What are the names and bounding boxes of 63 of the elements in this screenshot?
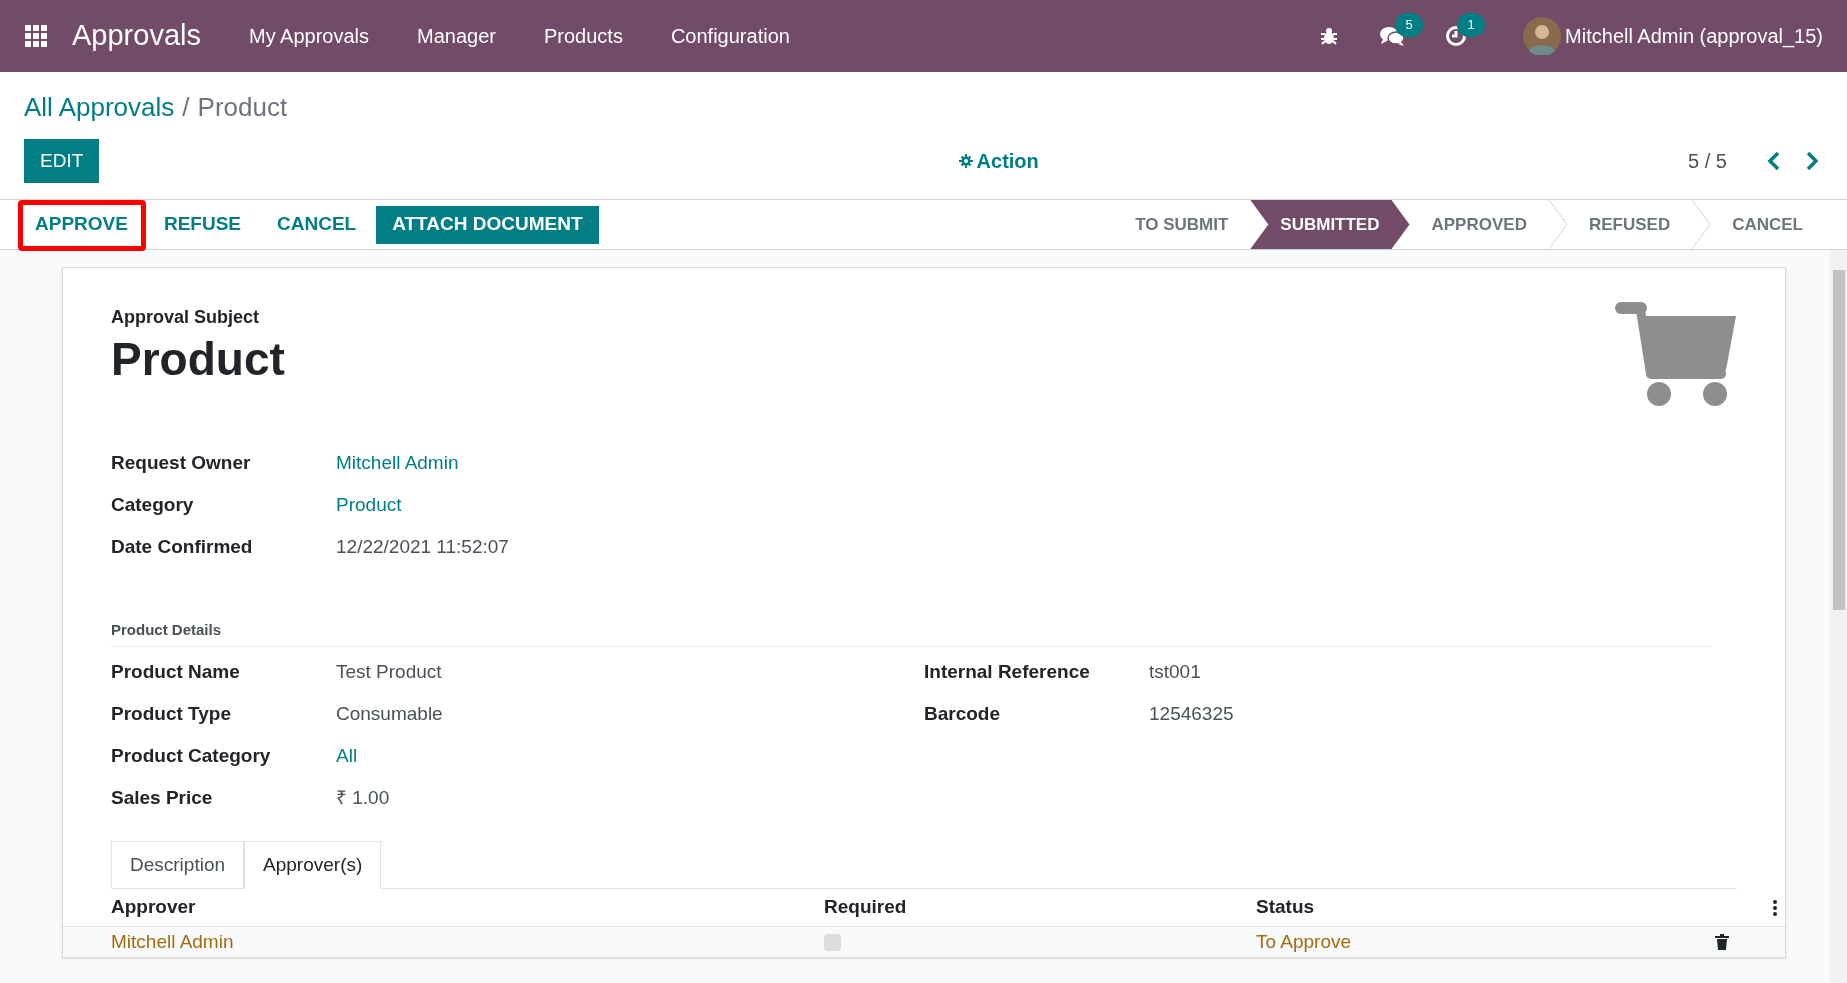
record-title: Product [111,332,285,387]
menu-item[interactable]: Products [543,21,623,51]
action-button[interactable]: ATTACH DOCUMENT [376,205,599,244]
previous-icon[interactable] [1767,151,1781,171]
stage-step[interactable]: CANCEL [1710,200,1825,249]
checkbox[interactable] [824,933,841,951]
field-label: Category [111,492,195,517]
menu-item[interactable]: Manager [417,21,496,51]
menu-item[interactable]: Configuration [670,21,790,51]
field-value: tst001 [1149,659,1201,684]
field-value: ₹ 1.00 [336,785,390,810]
menu-item[interactable]: My Approvals [248,21,370,51]
activity-count-badge: 1 [1457,13,1486,37]
action-button[interactable]: APPROVE [19,205,144,244]
column-header[interactable]: Status [1256,893,1773,922]
cart-icon [1615,302,1737,408]
column-header[interactable]: Required [824,893,1256,922]
field-label: Internal Reference [924,659,1091,684]
stage-step[interactable]: REFUSED [1566,200,1693,249]
action-button[interactable]: REFUSE [147,205,257,244]
field-value: Test Product [336,659,442,684]
edit-button[interactable]: EDIT [24,139,100,183]
tab[interactable]: Description [111,841,245,889]
scrollbar[interactable] [1830,250,1847,983]
section-title: Product Details [111,621,222,638]
field-value: Consumable [336,701,443,726]
breadcrumb-link[interactable]: All Approvals [24,88,175,127]
more-options-icon[interactable] [1773,899,1777,916]
pager-value: 5 / 5 [1688,149,1727,174]
field-link[interactable]: Product [336,490,402,520]
breadcrumb-separator: / [182,91,190,124]
user-name[interactable]: Mitchell Admin (approval_15) [1565,21,1823,51]
app-menu-icon[interactable] [24,24,48,48]
field-link[interactable]: All [336,741,358,771]
field-link[interactable]: Mitchell Admin [336,448,459,478]
message-count-badge: 5 [1395,13,1424,37]
field-label: Product Category [111,743,272,768]
gear-icon [958,154,973,168]
field-label: Product Name [111,659,241,684]
column-header[interactable]: Approver [111,893,824,922]
action-menu[interactable]: Action [958,146,1039,176]
field-label: Date Confirmed [111,534,254,559]
field-label: Request Owner [111,450,252,475]
field-label: Approval Subject [111,306,261,329]
field-value: 12/22/2021 11:52:07 [336,534,509,559]
delete-icon[interactable] [1715,934,1729,950]
breadcrumb-current: Product [197,91,288,124]
field-label: Sales Price [111,785,214,810]
tab[interactable]: Approver(s) [244,841,382,889]
stage-step[interactable]: APPROVED [1409,200,1549,249]
field-value: 12546325 [1149,701,1234,726]
field-label: Product Type [111,701,232,726]
field-label: Barcode [924,701,1002,726]
stage-step[interactable]: TO SUBMIT [1113,200,1251,249]
user-avatar[interactable] [1523,17,1562,55]
stage-step[interactable]: SUBMITTED [1250,200,1410,249]
clock-icon[interactable] [1445,25,1468,47]
table-cell-text: Mitchell Admin [111,929,235,954]
app-title[interactable]: Approvals [72,14,201,58]
table-cell-text: To Approve [1256,929,1353,954]
next-icon[interactable] [1805,151,1819,171]
action-button[interactable]: CANCEL [261,205,373,244]
bug-icon[interactable] [1319,26,1340,46]
